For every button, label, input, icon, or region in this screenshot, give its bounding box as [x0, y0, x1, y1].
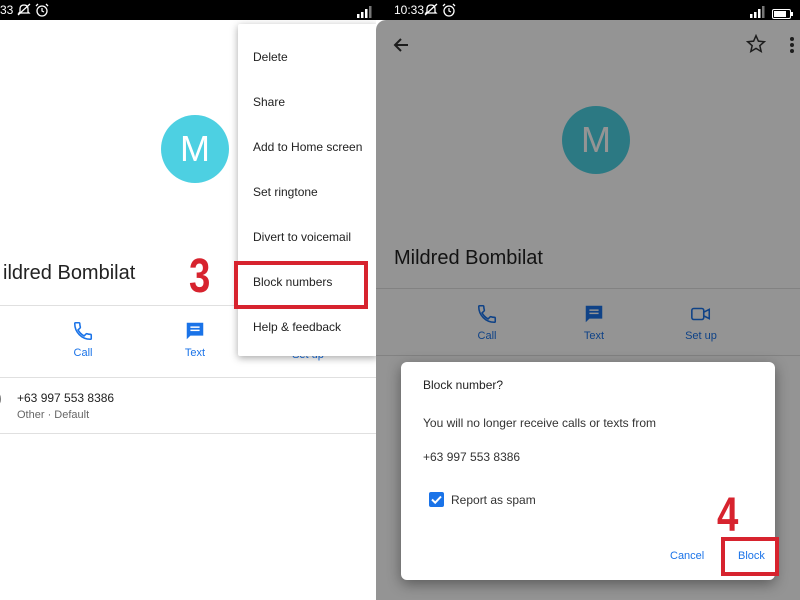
dialog-message: You will no longer receive calls or text…	[423, 416, 656, 430]
divider	[0, 433, 376, 434]
menu-item-ringtone[interactable]: Set ringtone	[253, 185, 318, 199]
menu-item-share[interactable]: Share	[253, 95, 285, 109]
left-screen: 33 M ildred Bombilat Call Text Set up	[0, 0, 376, 600]
step-number: 3	[189, 250, 211, 303]
menu-item-voicemail[interactable]: Divert to voicemail	[253, 230, 351, 244]
divider	[0, 377, 376, 378]
phone-number[interactable]: +63 997 553 8386	[17, 391, 114, 405]
status-bar: 10:33	[376, 0, 800, 20]
report-spam-checkbox[interactable]	[429, 492, 444, 507]
text-label: Text	[184, 347, 206, 359]
highlight-box	[234, 261, 368, 309]
avatar-letter: M	[180, 128, 210, 169]
call-label: Call	[73, 347, 93, 359]
call-action[interactable]: Call	[58, 320, 108, 359]
menu-item-delete[interactable]: Delete	[253, 50, 288, 64]
message-icon	[170, 320, 220, 342]
block-number-dialog: Block number? You will no longer receive…	[401, 362, 775, 580]
signal-icon	[357, 4, 373, 24]
check-icon	[431, 495, 442, 505]
phone-type: Other · Default	[17, 409, 90, 421]
cancel-button[interactable]: Cancel	[670, 550, 704, 562]
status-time: 33	[0, 3, 14, 17]
dialog-title: Block number?	[423, 378, 504, 392]
contact-avatar: M	[161, 115, 229, 183]
menu-item-help[interactable]: Help & feedback	[253, 320, 341, 334]
dialog-phone-number: +63 997 553 8386	[423, 450, 521, 464]
right-screen: 10:33 M Mildred Bombilat Call Text Set u…	[376, 0, 800, 600]
menu-item-add-home[interactable]: Add to Home screen	[253, 140, 362, 154]
status-bar: 33	[0, 0, 376, 20]
step-number: 4	[717, 489, 739, 542]
report-spam-label[interactable]: Report as spam	[451, 493, 536, 507]
contact-name: ildred Bombilat	[3, 262, 136, 284]
mute-icon	[17, 3, 31, 23]
phone-icon	[0, 390, 2, 408]
text-action[interactable]: Text	[170, 320, 220, 359]
alarm-icon	[35, 3, 49, 23]
status-time: 10:33	[394, 3, 425, 17]
phone-icon	[58, 320, 108, 342]
